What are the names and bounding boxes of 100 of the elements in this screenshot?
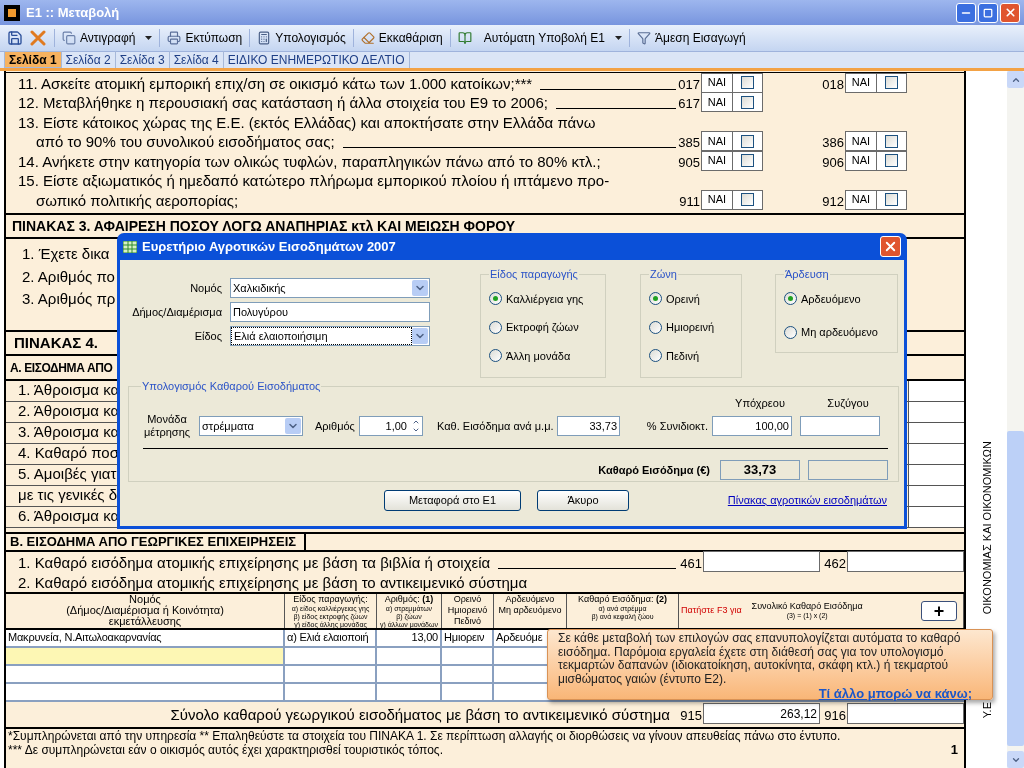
- checkbox[interactable]: [741, 154, 754, 167]
- toolbar-button[interactable]: Υπολογισμός: [254, 27, 349, 49]
- input-field[interactable]: Πολυγύρου: [230, 302, 430, 322]
- radio-button[interactable]: [784, 292, 797, 306]
- checkbox[interactable]: [885, 154, 898, 167]
- field-code: 911: [678, 193, 700, 210]
- dropdown[interactable]: Ελιά ελαιοποιήσιμη: [230, 326, 430, 346]
- row-text: 1. Έχετε δικα: [22, 245, 110, 262]
- amount-field[interactable]: [908, 506, 964, 527]
- section-title: Α. ΕΙΣΟΔΗΜΑ ΑΠΟ: [10, 361, 113, 375]
- amount-field[interactable]: [908, 380, 964, 401]
- side-text: Υ.Ε: [980, 702, 993, 719]
- funnel-icon: [636, 31, 651, 45]
- radio-button[interactable]: [649, 349, 662, 363]
- field-code: 906: [821, 154, 844, 171]
- question-text: 12. Μεταβλήθηκε η περουσιακή σας κατάσταση ή άλλα στοιχεία του Ε9 το 2006;: [18, 93, 548, 112]
- toolbar-button[interactable]: Αντιγραφή: [59, 27, 156, 49]
- tab[interactable]: Σελίδα 1: [4, 51, 62, 68]
- dropdown[interactable]: στρέμματα: [199, 416, 303, 436]
- checkbox[interactable]: [741, 134, 754, 148]
- row-text: 3. Αριθμός πρ: [22, 290, 116, 307]
- tab[interactable]: Σελίδα 2: [61, 51, 116, 68]
- link[interactable]: Πίνακας αγροτικών εισοδημάτων: [727, 492, 887, 509]
- checkbox[interactable]: [741, 95, 754, 109]
- table-icon: [123, 240, 137, 253]
- radio-button[interactable]: [489, 292, 502, 306]
- tab[interactable]: Σελίδα 4: [169, 51, 224, 68]
- amount-field[interactable]: 263,12: [703, 702, 820, 724]
- yes-box: ΝΑΙ: [845, 72, 907, 93]
- row-text: 2. Αριθμός πο: [22, 267, 115, 285]
- yes-box: ΝΑΙ: [845, 131, 907, 151]
- yes-box: ΝΑΙ: [701, 189, 763, 210]
- field-code: 462: [823, 555, 846, 572]
- total-label: Καθαρό Εισόδημα (€): [598, 462, 710, 478]
- close-icon: [1003, 6, 1017, 19]
- toolbar-button[interactable]: Εκκαθάριση: [357, 27, 446, 49]
- input-field[interactable]: [800, 416, 880, 436]
- amount-field[interactable]: [908, 443, 964, 464]
- printer-icon: [167, 31, 182, 45]
- scrollbar[interactable]: [1007, 71, 1024, 768]
- radio-button[interactable]: [649, 320, 662, 334]
- yes-box: ΝΑΙ: [845, 189, 907, 210]
- toolbar-button[interactable]: Αυτόματη Υποβολή Ε1: [454, 27, 625, 49]
- input-field[interactable]: 33,73: [557, 416, 620, 436]
- minimize-button[interactable]: [956, 2, 976, 23]
- section-title: ΠΙΝΑΚΑΣ 3. ΑΦΑΙΡΕΣΗ ΠΟΣΟΥ ΛΟΓΩ ΑΝΑΠΗΡΙΑΣ κτλ ΚΑΙ ΜΕΙΩΣΗ ΦΟΡΟΥ: [12, 217, 516, 234]
- number-spinner[interactable]: 1,00: [359, 416, 423, 436]
- close-button[interactable]: [1000, 2, 1020, 23]
- checkbox[interactable]: [741, 76, 754, 89]
- restore-button[interactable]: [978, 2, 998, 23]
- amount-field[interactable]: [847, 702, 964, 724]
- amount-field[interactable]: [908, 464, 964, 485]
- radio-label: Ορεινή: [666, 291, 700, 307]
- dropdown[interactable]: Χαλκιδικής: [230, 278, 430, 298]
- row-text: Σύνολο καθαρού γεωργικού εισοδήματος με βάση το αντικειμενικό σύστημα: [169, 704, 671, 724]
- footnote: *** Δε συμπληρώνεται εάν ο οικισμός αυτός έχει χαρακτηρισθεί τουριστικός τόπος.: [8, 742, 443, 757]
- side-text: ΟΙΚΟΝΟΜΙΑΣ ΚΑΙ ΟΙΚΟΝΟΜΙΚΩΝ: [980, 441, 993, 615]
- toolbar-button[interactable]: Άμεση Εισαγωγή: [633, 27, 749, 49]
- tab[interactable]: Σελίδα 3: [115, 51, 170, 68]
- yes-box: ΝΑΙ: [701, 131, 763, 151]
- add-button[interactable]: +: [921, 600, 957, 621]
- dialog-button[interactable]: Μεταφορά στο Ε1: [384, 490, 521, 511]
- crossed-tools-icon: [30, 30, 46, 46]
- close-icon: [883, 239, 898, 254]
- close-button[interactable]: [880, 236, 901, 257]
- toolbar-button[interactable]: Εκτύπωση: [164, 27, 246, 49]
- input-field[interactable]: 33,73: [720, 460, 800, 480]
- amount-field[interactable]: [908, 422, 964, 443]
- checkbox[interactable]: [885, 76, 898, 89]
- amount-field[interactable]: [908, 485, 964, 506]
- checkbox[interactable]: [885, 193, 898, 206]
- amount-field[interactable]: [703, 550, 820, 572]
- checkbox[interactable]: [741, 193, 754, 206]
- radio-button[interactable]: [489, 349, 502, 363]
- tab[interactable]: ΕΙΔΙΚΟ ΕΝΗΜΕΡΩΤΙΚΟ ΔΕΛΤΙΟ: [223, 51, 410, 68]
- field-code: 912: [821, 193, 844, 210]
- row-text: 1. Καθαρό εισόδημα ατομικής επιχείρησης με βάση τα βιβλία ή στοιχεία: [18, 552, 491, 572]
- radio-button[interactable]: [489, 320, 502, 334]
- radio-label: Καλλιέργεια γης: [506, 291, 584, 307]
- yes-box: ΝΑΙ: [845, 150, 907, 171]
- column-header: Αρδευόμενο Μη αρδευόμενο: [494, 593, 567, 628]
- radio-button[interactable]: [649, 292, 662, 306]
- radio-button[interactable]: [784, 325, 797, 339]
- field-label: Είδος: [193, 328, 223, 344]
- column-label: Υπόχρεου: [734, 395, 786, 411]
- checkbox[interactable]: [885, 134, 898, 148]
- amount-field[interactable]: [847, 550, 964, 572]
- input-field[interactable]: 100,00: [712, 416, 792, 436]
- row-text: 5. Αμοιβές γιατ: [18, 465, 117, 483]
- input-field[interactable]: [808, 460, 888, 480]
- yes-box: ΝΑΙ: [701, 150, 763, 171]
- radio-label: Πεδινή: [666, 348, 700, 364]
- field-label: Αριθμός: [315, 418, 356, 434]
- dialog-button[interactable]: Άκυρο: [537, 490, 629, 511]
- link[interactable]: Τί άλλο μπορώ να κάνω;: [818, 686, 972, 701]
- calculator-icon: [257, 31, 272, 45]
- amount-field[interactable]: [908, 401, 964, 422]
- eraser-icon: [360, 31, 375, 45]
- field-code: 916: [823, 707, 846, 724]
- question-text: 13. Είστε κάτοικος χώρας της Ε.Ε. (εκτός Ελλάδας) και αποκτήσατε στην Ελλάδα πάνω: [18, 112, 596, 132]
